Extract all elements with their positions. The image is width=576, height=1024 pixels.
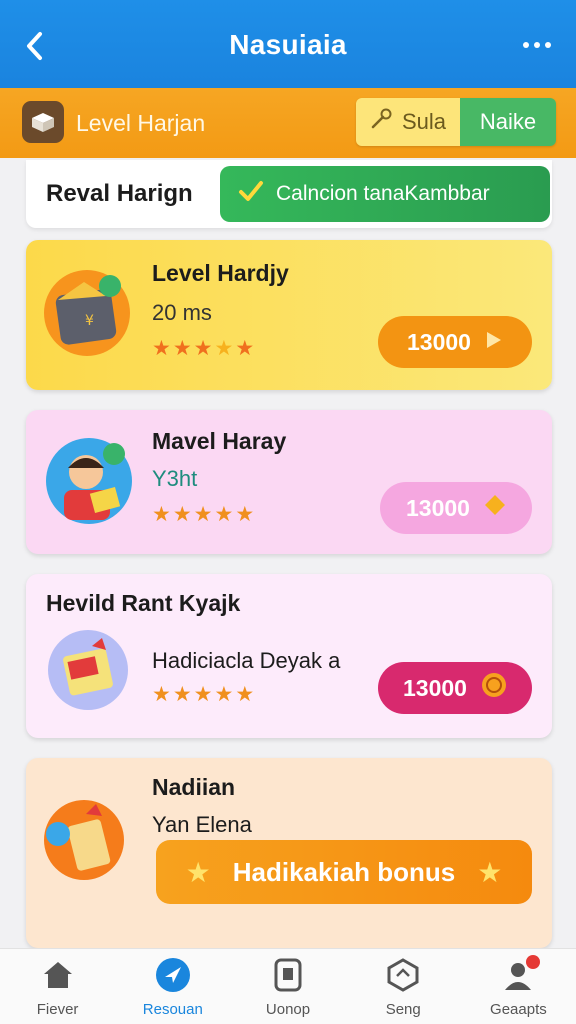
top-app-bar: Nasuiaia (0, 0, 576, 90)
reward-card[interactable]: ¥ Level Hardjy 20 ms ★ ★ ★ ★ ★ 13000 (26, 240, 552, 390)
card-title: Hevild Rant Kyajk (46, 590, 241, 616)
coin-icon (481, 672, 507, 704)
naike-button[interactable]: Naike (460, 98, 556, 146)
nav-label: Geaapts (490, 1001, 547, 1018)
card-subtitle: 20 ms (152, 300, 212, 325)
play-icon (485, 329, 503, 356)
star-rating: ★ ★ ★ ★ ★ (152, 337, 255, 360)
level-bar: Level Harjan Sula Naike (0, 88, 576, 158)
tab-label: Reval Harign (46, 180, 193, 207)
notification-dot (526, 955, 541, 969)
check-icon (238, 180, 264, 208)
price-button[interactable]: 13000 (378, 316, 532, 368)
price-label: 13000 (407, 328, 471, 355)
avatar (46, 438, 132, 524)
back-arrow-icon[interactable] (20, 26, 50, 66)
nav-item-seng[interactable]: Seng (346, 949, 461, 1024)
star-icon: ★ (477, 856, 503, 888)
gift-ticket-icon (48, 630, 128, 710)
nav-label: Fiever (36, 1001, 79, 1018)
price-button[interactable]: 13000 (380, 482, 532, 534)
price-button[interactable]: 13000 (378, 662, 532, 714)
card-subtitle: Hadiciacla Deyak a (152, 648, 341, 673)
wrench-icon (370, 108, 394, 136)
price-label: 13000 (403, 674, 467, 701)
nav-label: Resouan (142, 1001, 203, 1018)
bottom-navigation: Fiever Resouan Uonop Seng Geaapts (0, 948, 576, 1024)
card-subtitle: Y3ht (152, 466, 198, 491)
phone-icon (270, 957, 306, 993)
card-subtitle: Yan Elena (152, 812, 252, 837)
reward-card[interactable]: Mavel Haray Y3ht ★ ★ ★ ★ ★ 13000 (26, 410, 552, 554)
chest-icon: ¥ (44, 270, 130, 356)
green-button-label: Calncion tanaKambbar (276, 182, 490, 205)
bonus-label: Hadikakiah bonus (232, 856, 456, 887)
compass-icon (155, 957, 191, 993)
level-label: Level Harjan (76, 110, 206, 136)
gift-icon (44, 800, 124, 880)
more-dots-icon[interactable] (520, 30, 554, 60)
sula-label: Sula (401, 109, 447, 134)
reward-card[interactable]: Hevild Rant Kyajk Hadiciacla Deyak a ★ ★ ★… (26, 574, 552, 738)
page-title: Nasuiaia (229, 29, 347, 60)
nav-item-geaapts[interactable]: Geaapts (461, 949, 576, 1024)
card-title: Mavel Haray (152, 428, 287, 454)
profile-icon (500, 955, 541, 993)
box-icon (22, 101, 64, 143)
diamond-icon (484, 494, 506, 522)
star-icon: ★ (185, 856, 211, 888)
green-action-button[interactable]: Calncion tanaKambbar (220, 166, 550, 222)
price-label: 13000 (406, 494, 470, 521)
tab-strip: Reval Harign Calncion tanaKambbar (26, 160, 552, 228)
svg-text:¥: ¥ (85, 313, 94, 329)
toggle-group: Sula Naike (356, 98, 556, 146)
nav-item-fiever[interactable]: Fiever (0, 949, 115, 1024)
nav-label: Seng (385, 1001, 421, 1018)
home-icon (40, 957, 76, 993)
sula-button[interactable]: Sula (356, 98, 460, 146)
star-rating: ★ ★ ★ ★ ★ (152, 683, 255, 706)
naike-label: Naike (479, 109, 537, 134)
star-rating: ★ ★ ★ ★ ★ (152, 503, 255, 526)
bonus-card[interactable]: Nadiian Yan Elena ★ Hadikakiah bonus ★ (26, 758, 552, 948)
card-title: Nadiian (152, 774, 236, 800)
nav-item-resouan[interactable]: Resouan (115, 949, 230, 1024)
card-title: Level Hardjy (152, 260, 289, 286)
shield-icon (385, 957, 421, 993)
bonus-button[interactable]: ★ Hadikakiah bonus ★ (156, 840, 532, 904)
nav-item-uonop[interactable]: Uonop (230, 949, 345, 1024)
nav-label: Uonop (265, 1001, 311, 1018)
